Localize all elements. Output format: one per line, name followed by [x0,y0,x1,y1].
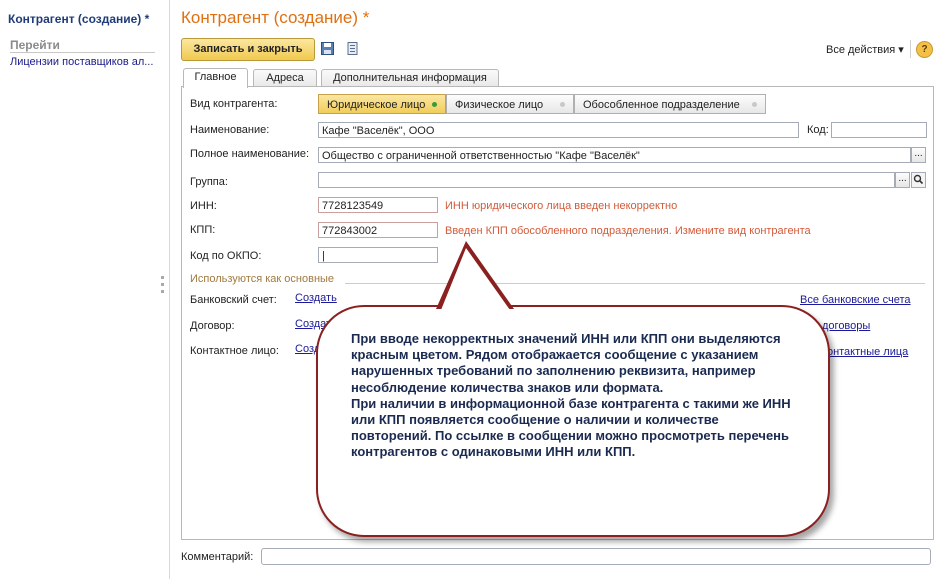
kpp-error-message: Введен КПП обособленного подразделения. … [445,225,811,237]
tab-main[interactable]: Главное [183,68,248,88]
group-divider [345,283,925,284]
kpp-label: КПП: [190,224,216,236]
name-label: Наименование: [190,124,270,136]
sidebar-item-licenses[interactable]: Лицензии поставщиков ал... [10,56,158,68]
kind-option-label: Обособленное подразделение [583,99,740,111]
full-name-edit-button[interactable]: ... [911,147,926,163]
group-select-button[interactable]: ... [895,172,910,188]
group-field[interactable] [318,172,895,188]
defaults-group-title: Используются как основные [190,273,335,285]
sidebar-divider [10,52,155,53]
save-icon[interactable] [321,42,334,55]
sidebar-title: Контрагент (создание) * [8,12,150,26]
kind-option-label: Физическое лицо [455,99,544,111]
group-label: Группа: [190,176,228,188]
tab-addresses[interactable]: Адреса [253,69,317,87]
panel-resize-grip-icon[interactable] [161,276,164,297]
all-bank-accounts-link[interactable]: Все банковские счета [800,294,911,306]
inn-label: ИНН: [190,200,217,212]
bank-account-label: Банковский счет: [190,294,277,306]
kind-option-legal-entity[interactable]: Юридическое лицо [318,94,446,114]
code-field[interactable] [831,122,927,138]
navigation-panel: Контрагент (создание) * Перейти Лицензии… [0,0,170,579]
kind-option-subdivision[interactable]: Обособленное подразделение [574,94,766,114]
comment-label: Комментарий: [181,551,254,563]
inn-error-message: ИНН юридического лица введен некорректно [445,200,678,212]
radio-dot-icon [752,102,757,107]
contact-person-label: Контактное лицо: [190,345,279,357]
kind-label: Вид контрагента: [190,98,278,110]
kind-option-label: Юридическое лицо [327,99,426,111]
okpo-label: Код по ОКПО: [190,250,262,262]
help-icon[interactable]: ? [916,41,933,58]
contract-label: Договор: [190,320,235,332]
sidebar-goto-header: Перейти [10,38,60,52]
comment-field[interactable] [261,548,931,565]
tab-additional-info[interactable]: Дополнительная информация [321,69,499,87]
toolbar-separator [910,40,911,58]
all-actions-menu[interactable]: Все действия ▾ [826,43,904,56]
document-list-icon[interactable] [346,42,359,55]
full-name-label: Полное наименование: [190,148,310,160]
code-label: Код: [807,124,829,136]
radio-dot-icon [432,102,437,107]
magnifier-icon[interactable] [911,172,926,188]
radio-dot-icon [560,102,565,107]
save-and-close-button[interactable]: Записать и закрыть [181,38,315,61]
okpo-field[interactable]: | [318,247,438,263]
name-field[interactable]: Кафе "Васелёк", ООО [318,122,799,138]
bank-account-create-link[interactable]: Создать [295,292,337,304]
full-name-field[interactable]: Общество с ограниченной ответственностью… [318,147,911,163]
callout-text: При вводе некорректных значений ИНН или … [351,331,791,460]
kind-option-individual[interactable]: Физическое лицо [446,94,574,114]
form-title: Контрагент (создание) * [181,8,370,27]
inn-field[interactable]: 7728123549 [318,197,438,213]
kpp-field[interactable]: 772843002 [318,222,438,238]
